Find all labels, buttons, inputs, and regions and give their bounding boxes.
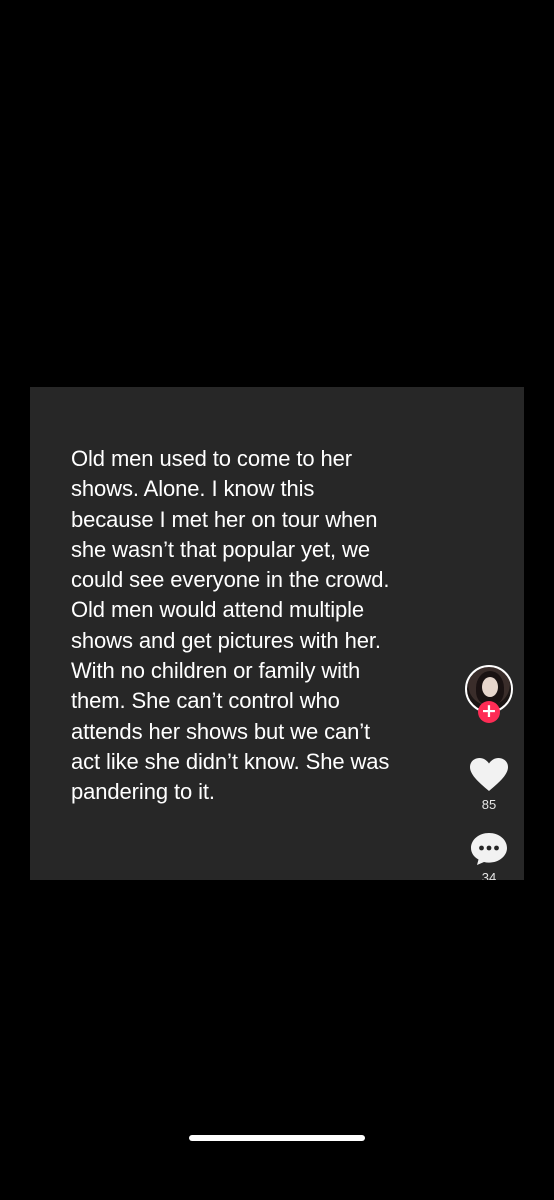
follow-plus-icon[interactable]: + — [478, 701, 500, 723]
comment-card: Old men used to come to her shows. Alone… — [30, 387, 524, 880]
like-button[interactable]: 85 — [463, 757, 515, 813]
comment-text: Old men used to come to her shows. Alone… — [71, 446, 390, 805]
like-count: 85 — [481, 797, 497, 812]
heart-icon[interactable] — [469, 757, 509, 793]
home-indicator[interactable] — [189, 1135, 365, 1141]
comment-count: 34 — [481, 870, 497, 880]
comment-bubble-icon[interactable] — [470, 832, 508, 866]
creator-avatar-group[interactable]: + — [465, 665, 515, 725]
comment-button[interactable]: 34 — [463, 832, 515, 880]
avatar-face — [482, 677, 498, 697]
